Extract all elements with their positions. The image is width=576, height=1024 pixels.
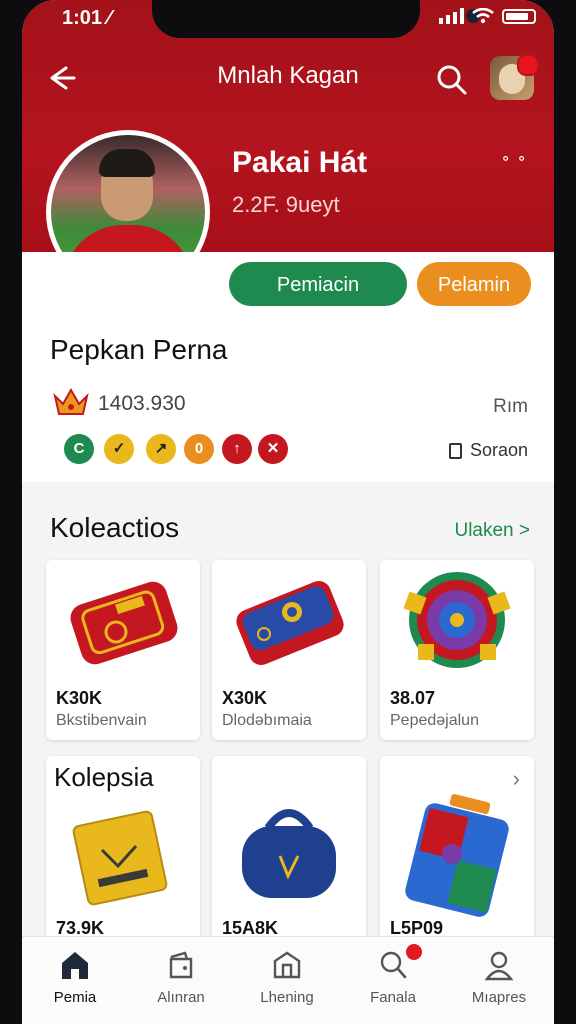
section-name: Pepkan Perna <box>50 334 228 365</box>
collection-item-4[interactable]: Kolepsia 73.9K <box>46 756 200 946</box>
primary-action-button[interactable]: Pemiacin <box>229 262 407 306</box>
camera-notch <box>152 0 480 38</box>
pouch-blue-icon <box>242 809 336 898</box>
secondary-action-button[interactable]: Pelamin <box>417 262 531 306</box>
nav-stadium[interactable]: Lhening <box>234 937 340 1024</box>
profile-icon <box>484 951 514 981</box>
collection-item-1[interactable]: K30K Bkstibenvain <box>46 560 200 740</box>
rank-label: Rım <box>493 396 528 417</box>
badge-emblem-icon <box>403 572 511 668</box>
score-value: 1403.930 <box>98 392 186 415</box>
nav-home[interactable]: Pemia <box>22 937 128 1024</box>
profile-subtitle: 2.2F. 9ueyt <box>232 192 340 217</box>
wallet-gold-icon <box>72 810 168 906</box>
explore-icon <box>380 951 407 979</box>
collection-item-5[interactable]: 15A8K <box>212 756 366 946</box>
nav-search[interactable]: Fanala <box>340 937 446 1024</box>
search-icon[interactable] <box>432 60 472 100</box>
status-icons <box>439 8 536 24</box>
sorting-control[interactable]: Soraon <box>448 440 528 461</box>
collections-title: Koleactios <box>50 512 180 543</box>
item-price: X30K <box>222 688 268 708</box>
nav-label: Pemia <box>53 989 97 1006</box>
battery-icon <box>502 8 536 24</box>
nav-label: Fanala <box>370 989 416 1006</box>
collection-item-6[interactable]: › L5P09 <box>380 756 534 946</box>
app-screen: 1:01 ⁄ Mnlah Kagan ✓ Pakai Hát 2.2F. 9ue… <box>22 0 554 1024</box>
player-hair <box>99 149 155 177</box>
item-name: Bkstibenvain <box>56 712 147 729</box>
second-collection-title: Kolepsia <box>54 762 154 792</box>
profile-name: Pakai Hát <box>232 146 368 179</box>
sorting-label: Soraon <box>469 440 528 460</box>
item-name: Pepedəjalun <box>390 712 479 729</box>
coin-icon[interactable]: 0 <box>184 434 214 464</box>
item-price: 38.07 <box>390 688 436 708</box>
item-name: Dlodəbımaia <box>222 712 312 729</box>
nav-notification-dot <box>406 944 422 960</box>
nav-label: Mıapres <box>471 989 527 1006</box>
wallet-colorful-icon <box>405 793 509 917</box>
collection-item-2[interactable]: X30K Dlodəbımaia <box>212 560 366 740</box>
crown-icon <box>53 387 89 415</box>
nav-label: Alınran <box>157 989 205 1006</box>
wallet-blue-icon <box>236 581 344 665</box>
status-time: 1:01 ⁄ <box>62 7 111 29</box>
flag-icon[interactable]: ↗ <box>146 434 176 464</box>
sort-icon <box>448 443 462 459</box>
signal-icon <box>439 8 464 24</box>
collection-item-3[interactable]: 38.07 Pepedəjalun <box>380 560 534 740</box>
wallet-red-icon <box>70 581 178 665</box>
stadium-icon <box>273 951 301 979</box>
tower-icon[interactable]: ↑ <box>222 434 252 464</box>
more-options-icon[interactable]: ᐤ ᐤ <box>502 152 527 173</box>
view-all-link[interactable]: Ulaken > <box>454 520 530 542</box>
home-icon <box>62 952 88 979</box>
refresh-icon[interactable]: C <box>64 434 94 464</box>
nav-profile[interactable]: Mıapres <box>446 937 552 1024</box>
wallet-icon <box>169 951 193 979</box>
swords-icon[interactable]: ✕ <box>258 434 288 464</box>
nav-label: Lhening <box>260 989 314 1006</box>
app-title: Mnlah Kagan <box>217 62 359 89</box>
phone-frame: 1:01 ⁄ Mnlah Kagan ✓ Pakai Hát 2.2F. 9ue… <box>0 0 576 1024</box>
wifi-icon <box>472 8 494 24</box>
notification-dot <box>517 54 539 76</box>
nav-wallet[interactable]: Alınran <box>128 937 234 1024</box>
bird-icon[interactable]: ✓ <box>104 434 134 464</box>
bottom-nav: Pemia Alınran Lhening Fanala Mıapres <box>22 936 554 1024</box>
item-price: K30K <box>56 688 103 708</box>
